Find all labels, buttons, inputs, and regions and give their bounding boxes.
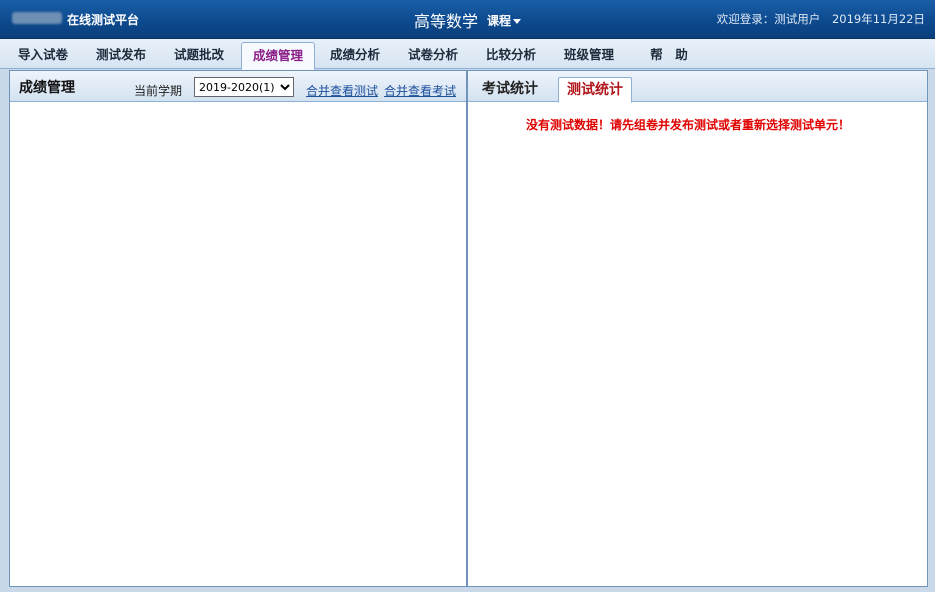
welcome-text: 欢迎登录：测试用户 [716,12,821,26]
platform-title: 在线测试平台 [67,13,140,27]
tab-exam-stats[interactable]: 考试统计 [474,77,546,101]
course-dropdown-label: 课程 [487,14,512,28]
nav-score-management[interactable]: 成绩管理 [241,42,315,70]
score-management-panel: 成绩管理 当前学期 2019-2020(1) 合并查看测试 合并查看考试 [9,70,467,587]
current-date: 2019年11月22日 [831,12,925,26]
course-title: 高等数学 [414,12,479,31]
tab-test-stats[interactable]: 测试统计 [558,77,632,103]
term-select[interactable]: 2019-2020(1) [194,77,294,97]
nav-score-analysis[interactable]: 成绩分析 [322,44,388,68]
course-dropdown[interactable]: 课程 [487,12,522,29]
main-nav: 导入试卷 测试发布 试题批改 成绩管理 成绩分析 试卷分析 比较分析 班级管理 … [0,39,935,70]
merge-exams-link[interactable]: 合并查看考试 [384,82,456,99]
nav-help[interactable]: 帮 助 [636,44,702,68]
statistics-panel: 考试统计 测试统计 没有测试数据！请先组卷并发布测试或者重新选择测试单元！ [467,70,928,587]
left-panel-header: 成绩管理 当前学期 2019-2020(1) 合并查看测试 合并查看考试 [10,71,466,102]
nav-grade-questions[interactable]: 试题批改 [166,44,232,68]
nav-publish-test[interactable]: 测试发布 [88,44,154,68]
merge-tests-link[interactable]: 合并查看测试 [306,82,378,99]
nav-paper-analysis[interactable]: 试卷分析 [400,44,466,68]
nav-compare-analysis[interactable]: 比较分析 [478,44,544,68]
nav-class-management[interactable]: 班级管理 [556,44,622,68]
user-info: 欢迎登录：测试用户 2019年11月22日 [709,11,925,27]
nav-import-paper[interactable]: 导入试卷 [10,44,76,68]
no-data-message: 没有测试数据！请先组卷并发布测试或者重新选择测试单元！ [525,118,850,132]
caret-down-icon [513,19,522,24]
term-label: 当前学期 [134,84,183,98]
logo-image [12,12,62,24]
panel-title: 成绩管理 [19,80,75,96]
top-header: 在线测试平台 高等数学 课程 欢迎登录：测试用户 2019年11月22日 [0,0,935,39]
right-panel-header: 考试统计 测试统计 [468,71,927,103]
